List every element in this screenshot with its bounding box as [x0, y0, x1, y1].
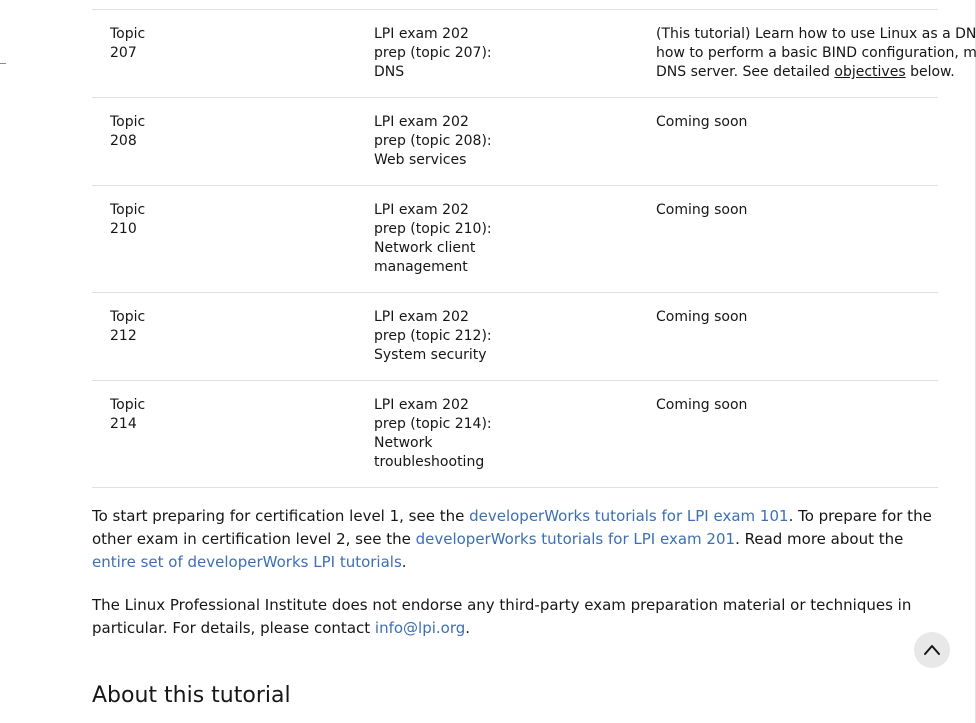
description-text-end: below.: [905, 64, 955, 80]
title-cell: LPI exam 202 prep (topic 208): Web servi…: [374, 114, 492, 168]
left-edge-marker: [0, 63, 6, 64]
description-cell: Coming soon: [656, 114, 748, 130]
description-cell: Coming soon: [656, 202, 748, 218]
back-to-top-button[interactable]: [914, 632, 950, 668]
endorsement-paragraph: The Linux Professional Institute does no…: [92, 594, 938, 640]
paragraph-text: . Read more about the: [735, 530, 904, 548]
description-cell: Coming soon: [656, 397, 748, 413]
topic-cell: Topic 207: [110, 26, 146, 61]
table-row: Topic 212 LPI exam 202 prep (topic 212):…: [92, 292, 938, 381]
title-cell: LPI exam 202 prep (topic 210): Network c…: [374, 202, 492, 275]
objectives-link[interactable]: objectives: [834, 64, 905, 80]
lpi-201-link[interactable]: developerWorks tutorials for LPI exam 20…: [416, 530, 735, 548]
main-content: Topic 207 LPI exam 202 prep (topic 207):…: [92, 0, 976, 488]
lpi-tutorials-link[interactable]: entire set of developerWorks LPI tutoria…: [92, 553, 402, 571]
paragraph-text: The Linux Professional Institute does no…: [92, 596, 912, 637]
section-heading: About this tutorial: [92, 683, 291, 708]
paragraph-text: To start preparing for certification lev…: [92, 507, 470, 525]
table-row: Topic 207 LPI exam 202 prep (topic 207):…: [92, 9, 976, 98]
page: Topic 207 LPI exam 202 prep (topic 207):…: [0, 0, 976, 723]
description-cell: (This tutorial) Learn how to use Linux a…: [656, 25, 976, 82]
table-row: Topic 208 LPI exam 202 prep (topic 208):…: [92, 97, 938, 186]
certification-paragraph: To start preparing for certification lev…: [92, 505, 938, 574]
description-cell: Coming soon: [656, 309, 748, 325]
table-row: Topic 210 LPI exam 202 prep (topic 210):…: [92, 185, 938, 293]
chevron-up-icon: [924, 645, 940, 655]
title-cell: LPI exam 202 prep (topic 207): DNS: [374, 26, 492, 80]
topics-table: Topic 207 LPI exam 202 prep (topic 207):…: [92, 0, 976, 488]
topic-cell: Topic 210: [110, 202, 146, 237]
table-row: Topic 214 LPI exam 202 prep (topic 214):…: [92, 380, 938, 488]
email-link[interactable]: info@lpi.org: [375, 619, 465, 637]
paragraph-text: .: [465, 619, 471, 637]
title-cell: LPI exam 202 prep (topic 214): Network t…: [374, 397, 492, 470]
topic-cell: Topic 208: [110, 114, 146, 149]
title-cell: LPI exam 202 prep (topic 212): System se…: [374, 309, 492, 363]
topic-cell: Topic 212: [110, 309, 146, 344]
table-top-border: [92, 0, 938, 10]
topic-cell: Topic 214: [110, 397, 146, 432]
paragraph-text: .: [401, 553, 407, 571]
lpi-101-link[interactable]: developerWorks tutorials for LPI exam 10…: [469, 507, 788, 525]
